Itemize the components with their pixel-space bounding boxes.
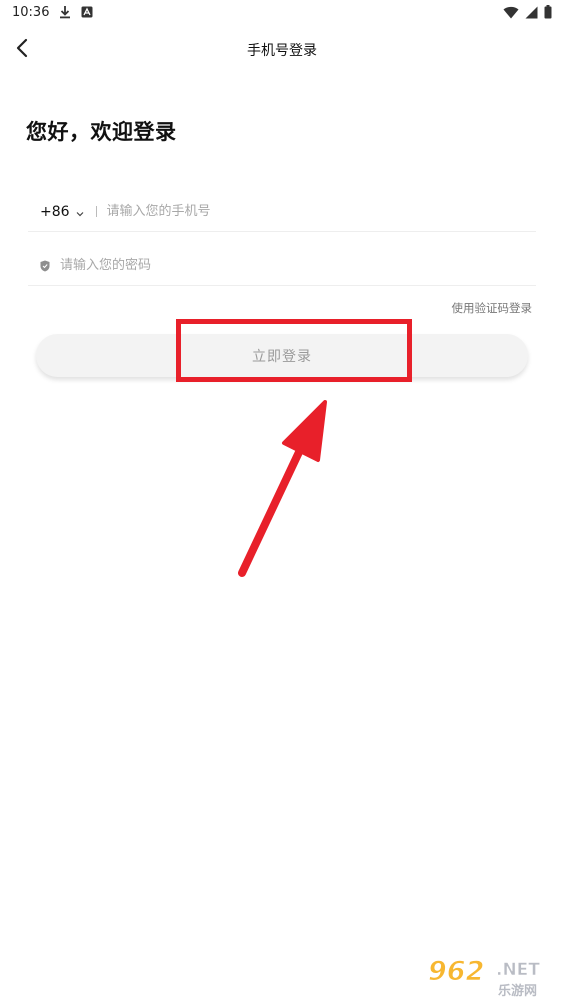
site-watermark-logo: 962 .NET 乐游网 (426, 952, 560, 1000)
svg-text:962: 962 (428, 956, 484, 987)
svg-text:.NET: .NET (496, 960, 540, 980)
svg-text:乐游网: 乐游网 (498, 983, 537, 998)
annotation-arrow (238, 400, 327, 577)
